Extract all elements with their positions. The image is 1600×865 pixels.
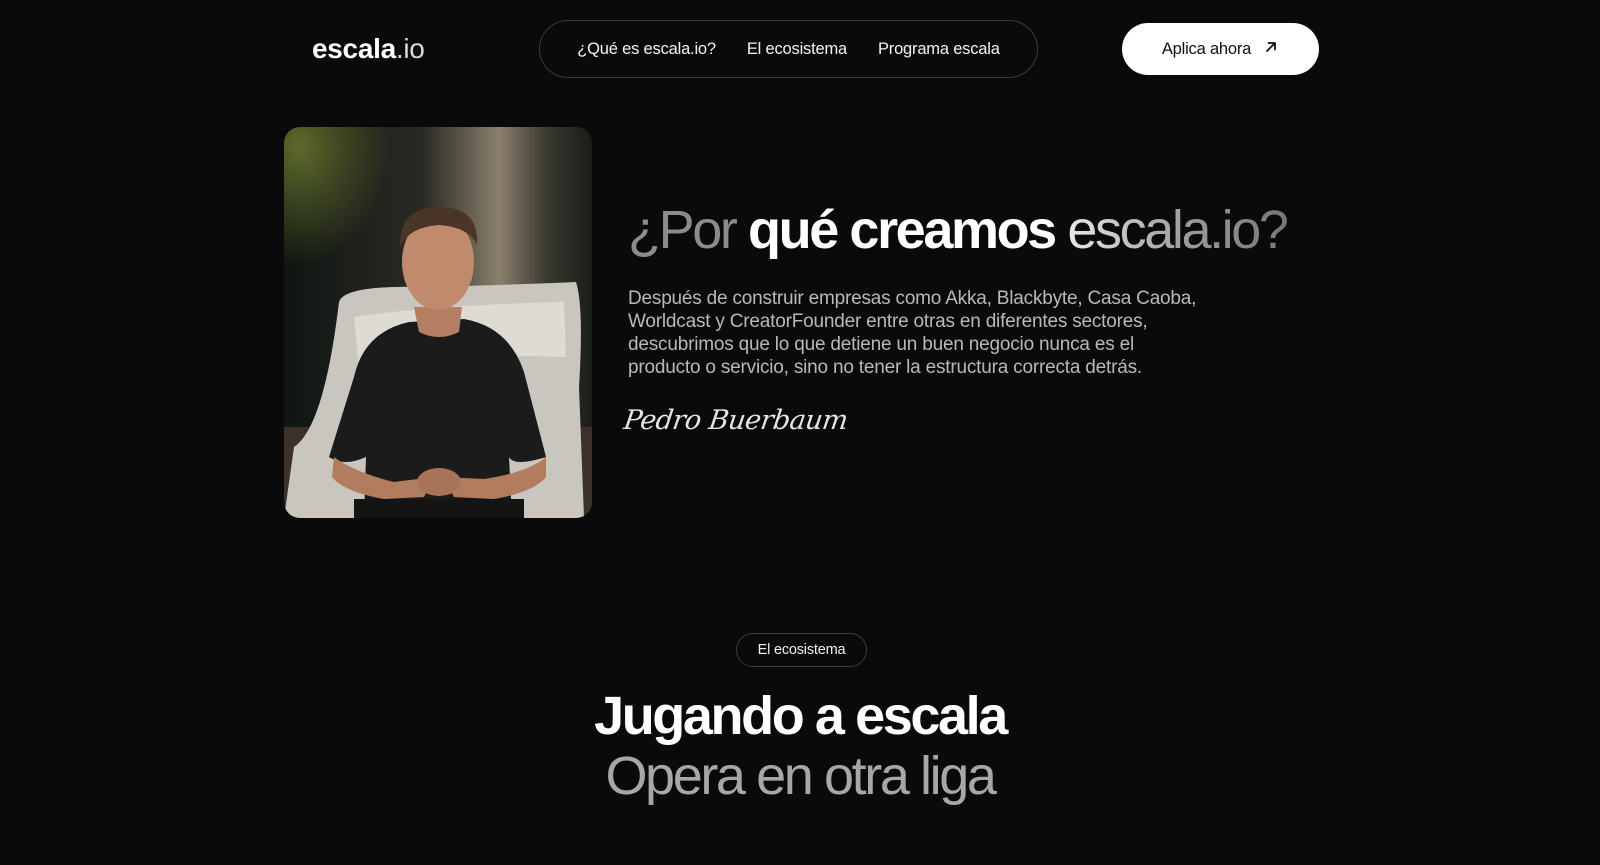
- hero-description: Después de construir empresas como Akka,…: [628, 288, 1197, 378]
- ecosystem-title-line2: Opera en otra liga: [605, 746, 996, 806]
- hero-title-part2: qué creamos: [748, 200, 1068, 260]
- nav-link-ecosistema[interactable]: El ecosistema: [747, 40, 847, 59]
- logo[interactable]: escala .io: [312, 30, 425, 68]
- section-pill: El ecosistema: [736, 633, 867, 667]
- main-nav: ¿Qué es escala.io? El ecosistema Program…: [539, 20, 1038, 78]
- founder-signature: Pedro Buerbaum: [621, 405, 850, 436]
- hero-title-part1: ¿Por: [628, 200, 749, 260]
- nav-link-que-es[interactable]: ¿Qué es escala.io?: [577, 40, 716, 59]
- ecosystem-title-line1: Jugando a escala: [594, 686, 1008, 746]
- arrow-up-right-icon: [1263, 39, 1279, 60]
- nav-link-programa[interactable]: Programa escala: [878, 40, 1000, 59]
- apply-now-button[interactable]: Aplica ahora: [1122, 23, 1319, 75]
- page: escala .io ¿Qué es escala.io? El ecosiste…: [0, 0, 1600, 865]
- logo-suffix: .io: [395, 33, 425, 64]
- ecosystem-title: Jugando a escala Opera en otra liga: [0, 686, 1600, 806]
- hero-title-part3: escala.io?: [1067, 200, 1289, 260]
- hero-title: ¿Por qué creamos escala.io?: [628, 196, 1328, 264]
- apply-now-label: Aplica ahora: [1161, 39, 1252, 58]
- founder-photo: [284, 127, 592, 518]
- logo-wordmark: escala: [312, 33, 396, 64]
